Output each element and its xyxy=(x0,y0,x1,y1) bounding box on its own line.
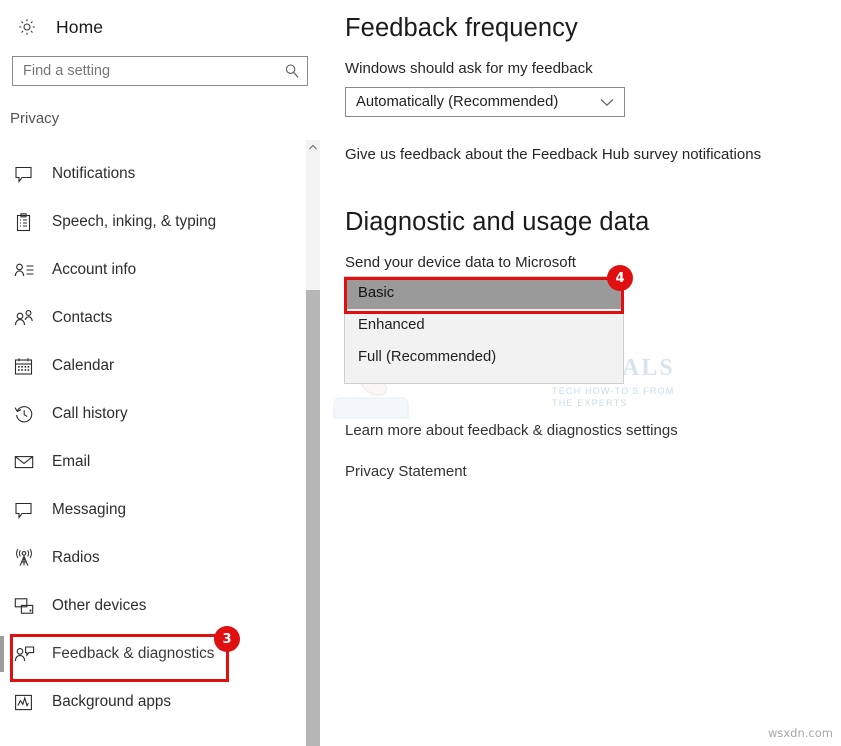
sidebar-item-radios[interactable]: Radios xyxy=(0,534,300,582)
feedback-hub-description: Give us feedback about the Feedback Hub … xyxy=(345,146,762,163)
person-feedback-icon xyxy=(14,642,42,666)
sidebar-scrollbar-thumb[interactable] xyxy=(306,290,320,746)
sidebar-nav-list: Notifications Speech, inking, & typing Acc… xyxy=(0,150,300,746)
search-input[interactable] xyxy=(13,57,277,85)
selection-indicator xyxy=(0,636,4,672)
page-title-feedback-frequency: Feedback frequency xyxy=(345,14,578,42)
sidebar-item-label: Account info xyxy=(52,261,137,278)
listbox-option-enhanced[interactable]: Enhanced xyxy=(345,309,623,341)
sidebar-item-label: Feedback & diagnostics xyxy=(52,645,215,662)
feedback-frequency-field-label: Windows should ask for my feedback xyxy=(345,60,593,77)
sidebar-category-label: Privacy xyxy=(10,110,60,127)
sidebar-item-label: Other devices xyxy=(52,597,147,614)
radio-tower-icon xyxy=(14,546,42,570)
calendar-icon xyxy=(14,354,42,378)
link-learn-more-feedback-diagnostics[interactable]: Learn more about feedback & diagnostics … xyxy=(345,422,678,439)
sidebar: Home Privacy Notifications Speech, inking… xyxy=(0,0,320,746)
sidebar-item-speech-inking-typing[interactable]: Speech, inking, & typing xyxy=(0,198,300,246)
notification-balloon-icon xyxy=(14,162,42,186)
sidebar-item-label: Email xyxy=(52,453,91,470)
search-icon[interactable] xyxy=(277,57,307,85)
people-icon xyxy=(14,306,42,330)
person-list-icon xyxy=(14,258,42,282)
feedback-frequency-select[interactable]: Automatically (Recommended) xyxy=(345,87,625,117)
watermark-tagline-line-1: TECH HOW-TO'S FROM xyxy=(552,386,675,396)
sidebar-item-contacts[interactable]: Contacts xyxy=(0,294,300,342)
sidebar-item-call-history[interactable]: Call history xyxy=(0,390,300,438)
sidebar-item-background-apps[interactable]: Background apps xyxy=(0,678,300,726)
sidebar-home-button[interactable]: Home xyxy=(0,6,300,48)
site-watermark: wsxdn.com xyxy=(767,726,833,740)
sidebar-item-feedback-diagnostics[interactable]: Feedback & diagnostics xyxy=(0,630,300,678)
sidebar-item-label: Background apps xyxy=(52,693,172,710)
sidebar-item-label: Contacts xyxy=(52,309,113,326)
sidebar-item-label: Messaging xyxy=(52,501,126,518)
search-box[interactable] xyxy=(12,56,308,86)
chevron-down-icon xyxy=(590,98,624,107)
feedback-frequency-selected-value: Automatically (Recommended) xyxy=(356,94,559,110)
sidebar-item-label: Call history xyxy=(52,405,128,422)
diagnostic-data-listbox[interactable]: Basic Enhanced Full (Recommended) xyxy=(344,276,624,384)
appuals-watermark-tagline: TECH HOW-TO'S FROM THE EXPERTS xyxy=(552,385,752,409)
sidebar-item-account-info[interactable]: Account info xyxy=(0,246,300,294)
chat-bubble-icon xyxy=(14,498,42,522)
sidebar-item-label: Notifications xyxy=(52,165,136,182)
settings-window: Home Privacy Notifications Speech, inking… xyxy=(0,0,841,746)
sidebar-item-notifications[interactable]: Notifications xyxy=(0,150,300,198)
sidebar-item-messaging[interactable]: Messaging xyxy=(0,486,300,534)
envelope-icon xyxy=(14,450,42,474)
sidebar-item-email[interactable]: Email xyxy=(0,438,300,486)
sidebar-item-label: Speech, inking, & typing xyxy=(52,213,217,230)
sidebar-item-label: Calendar xyxy=(52,357,115,374)
clock-history-icon xyxy=(14,402,42,426)
scroll-up-arrow-icon[interactable] xyxy=(306,140,320,154)
devices-icon xyxy=(14,594,42,618)
sidebar-home-label: Home xyxy=(56,16,104,37)
listbox-option-basic[interactable]: Basic xyxy=(345,277,623,309)
link-privacy-statement[interactable]: Privacy Statement xyxy=(345,463,467,480)
sidebar-item-other-devices[interactable]: Other devices xyxy=(0,582,300,630)
gear-icon xyxy=(14,14,40,40)
sidebar-item-label: Radios xyxy=(52,549,100,566)
watermark-tagline-line-2: THE EXPERTS xyxy=(552,398,628,408)
main-content: Feedback frequency Windows should ask fo… xyxy=(320,0,841,746)
diagnostic-field-label: Send your device data to Microsoft xyxy=(345,254,576,271)
sidebar-item-calendar[interactable]: Calendar xyxy=(0,342,300,390)
chart-activity-icon xyxy=(14,690,42,714)
clipboard-icon xyxy=(14,210,42,234)
section-title-diagnostic-usage-data: Diagnostic and usage data xyxy=(345,208,650,236)
listbox-option-full-recommended[interactable]: Full (Recommended) xyxy=(345,341,623,373)
